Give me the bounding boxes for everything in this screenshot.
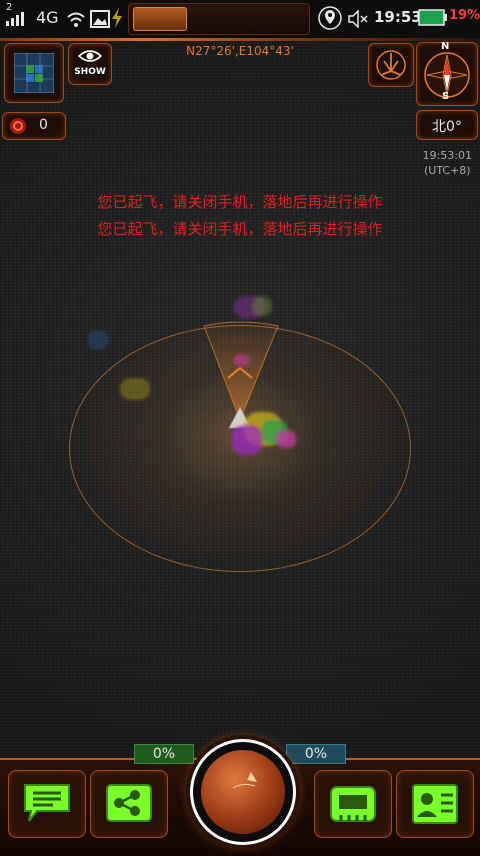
chat-button[interactable] [8, 770, 86, 838]
contact-card-icon [412, 784, 458, 824]
share-button[interactable] [90, 770, 168, 838]
home-globe-button[interactable] [190, 739, 296, 845]
device-button[interactable] [314, 770, 392, 838]
left-progress: 0% [134, 744, 194, 764]
map-object [234, 354, 250, 366]
map-object [252, 296, 272, 316]
plane-marker-icon [232, 772, 257, 789]
map-object [120, 378, 150, 400]
right-progress: 0% [286, 744, 346, 764]
map-object [232, 425, 262, 455]
device-icon [330, 786, 376, 822]
contact-card-button[interactable] [396, 770, 474, 838]
share-icon [106, 784, 152, 822]
map-object [88, 330, 108, 350]
map-object [276, 430, 296, 448]
chat-icon [24, 784, 70, 822]
